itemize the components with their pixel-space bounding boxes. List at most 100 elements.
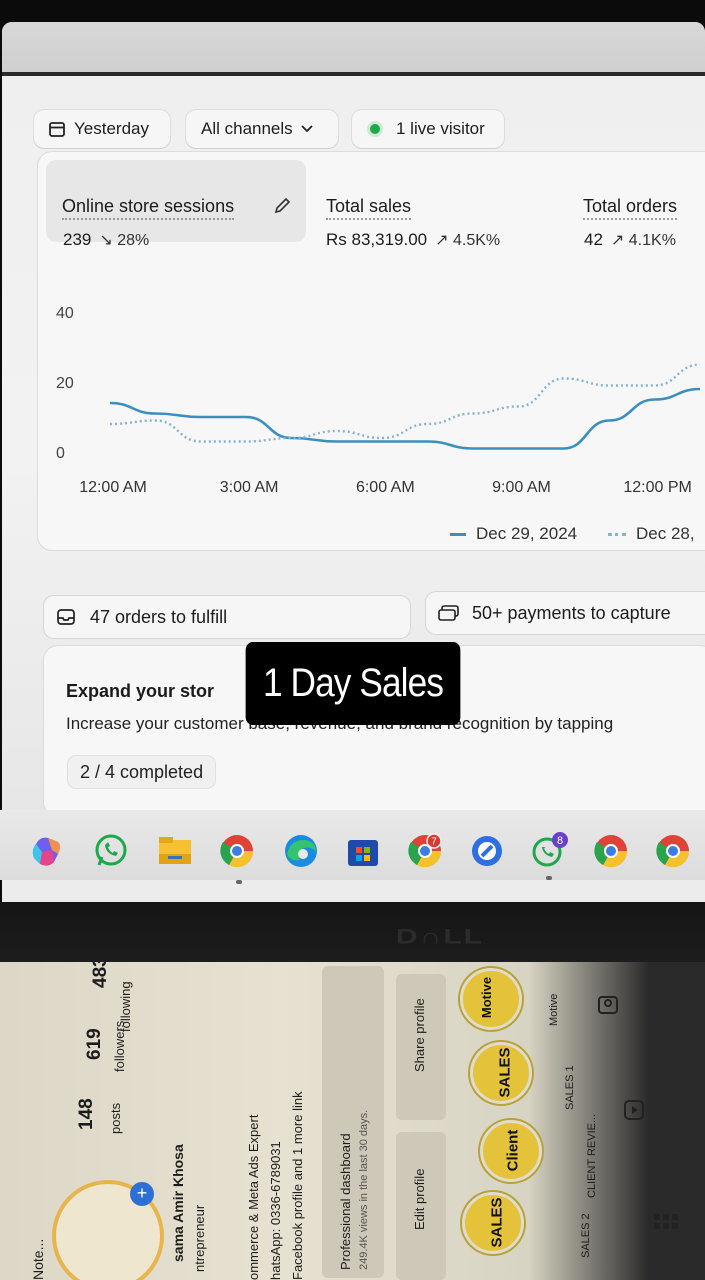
following-count[interactable]: 483	[90, 962, 112, 988]
copilot-icon[interactable]	[28, 832, 66, 870]
channel-filter-label: All channels	[201, 119, 293, 138]
sales-value: Rs 83,319.00	[326, 230, 428, 249]
live-dot-icon	[370, 124, 380, 134]
date-filter-label: Yesterday	[74, 119, 149, 138]
whatsapp-notifications-icon[interactable]: 8	[530, 832, 568, 870]
profile-link[interactable]: Facebook profile and 1 more link	[290, 1091, 305, 1280]
x-tick-label: 12:00 AM	[79, 479, 147, 496]
x-tick-label: 6:00 AM	[356, 479, 415, 496]
metric-label-sales[interactable]: Total sales	[326, 196, 412, 220]
highlight-sales-2-badge: SALES	[488, 1197, 506, 1248]
phone-instagram-profile: + Note... 148 posts 619 followers 483 fo…	[0, 962, 705, 1280]
cash-icon	[438, 604, 460, 622]
edge-icon[interactable]	[282, 832, 320, 870]
metric-value-orders: 42 ↗ 4.1K%	[584, 230, 676, 250]
grid-tab-icon[interactable]	[652, 1212, 680, 1245]
whatsapp-icon[interactable]	[92, 832, 130, 870]
orders-change-value: 4.1K%	[628, 232, 676, 249]
live-visitor-button[interactable]: 1 live visitor	[352, 110, 504, 148]
series-line-previous	[109, 363, 701, 443]
sales-change: ↗ 4.5K%	[435, 232, 500, 249]
sessions-change-value: 28%	[117, 232, 150, 249]
y-tick-label: 40	[56, 305, 74, 322]
highlight-client-title: CLIENT REVIE...	[586, 1113, 598, 1198]
tagged-tab-icon[interactable]	[596, 992, 620, 1021]
chrome-user-icon[interactable]	[654, 832, 692, 870]
laptop-brand-logo: D∩LL	[396, 925, 484, 949]
sales-change-value: 4.5K%	[453, 232, 501, 249]
highlight-sales-1-title: SALES 1	[564, 1065, 576, 1110]
edit-profile-label: Edit profile	[412, 1168, 427, 1230]
orders-value: 42	[584, 230, 603, 249]
edit-pencil-icon[interactable]	[272, 196, 292, 221]
y-tick-label: 20	[56, 375, 74, 392]
laptop-bezel	[0, 902, 705, 962]
orders-change: ↗ 4.1K%	[611, 232, 676, 249]
highlight-motive-title: Motive	[548, 993, 560, 1026]
reels-tab-icon[interactable]	[622, 1098, 646, 1127]
dashboard-subtitle: 249.4K views in the last 30 days.	[358, 1109, 370, 1270]
chrome-icon[interactable]: 7	[406, 832, 444, 870]
file-explorer-icon[interactable]	[156, 832, 194, 870]
highlight-sales-2-title: SALES 2	[580, 1213, 592, 1258]
photo-frame: Yesterday All channels 1 live visitor On…	[0, 0, 705, 1280]
highlight-sales-1-badge: SALES	[496, 1047, 514, 1098]
posts-count: 148	[76, 1098, 97, 1130]
note-label[interactable]: Note...	[30, 1239, 46, 1280]
running-indicator	[546, 876, 552, 880]
payments-to-capture-button[interactable]: 50+ payments to capture	[426, 592, 705, 634]
running-indicator	[236, 880, 242, 884]
chrome-user-icon[interactable]	[592, 832, 630, 870]
expand-store-title: Expand your stor	[66, 681, 215, 701]
add-story-icon[interactable]: +	[130, 1182, 154, 1206]
highlight-motive-badge: Motive	[479, 976, 495, 1019]
setup-progress-badge: 2 / 4 completed	[68, 756, 216, 788]
legend-current-label: Dec 29, 2024	[476, 524, 578, 543]
chrome-profile-icon[interactable]	[218, 832, 256, 870]
microsoft-store-icon[interactable]	[344, 832, 382, 870]
profile-whatsapp: hatsApp: 0336-6789031	[268, 1141, 283, 1280]
following-label[interactable]: following	[118, 981, 133, 1032]
browser-top-bar	[2, 22, 705, 72]
x-tick-label: 9:00 AM	[492, 479, 551, 496]
live-visitor-label: 1 live visitor	[396, 119, 485, 138]
browser-app-icon[interactable]	[468, 832, 506, 870]
payments-to-capture-label: 50+ payments to capture	[472, 602, 671, 623]
trend-up-icon: ↗	[610, 232, 625, 249]
sessions-value: 239	[63, 230, 92, 249]
followers-count[interactable]: 619	[84, 1028, 106, 1060]
channel-filter-button[interactable]: All channels	[186, 110, 338, 148]
metric-label-orders[interactable]: Total orders	[583, 196, 678, 220]
chevron-down-icon	[301, 125, 313, 133]
legend-current: Dec 29, 2024	[450, 524, 577, 544]
metric-label-sessions[interactable]: Online store sessions	[62, 196, 235, 220]
posts-label: posts	[108, 1102, 123, 1134]
x-tick-label: 12:00 PM	[623, 479, 691, 496]
x-tick-label: 3:00 AM	[220, 479, 279, 496]
story-text-overlay: 1 Day Sales	[245, 642, 461, 725]
professional-dashboard-button[interactable]	[322, 966, 384, 1278]
metric-value-sessions: 239 ↘ 28%	[63, 230, 149, 250]
share-profile-label: Share profile	[412, 998, 427, 1072]
profile-category: ntrepreneur	[192, 1204, 207, 1272]
trend-down-icon: ↘	[99, 232, 113, 249]
chrome-badge-count: 7	[431, 837, 437, 848]
legend-dotted-swatch	[608, 533, 626, 537]
legend-solid-swatch	[450, 533, 466, 537]
legend-previous-label: Dec 28,	[636, 524, 695, 543]
metric-value-sales: Rs 83,319.00 ↗ 4.5K%	[326, 230, 500, 250]
sessions-change: ↘ 28%	[99, 232, 149, 249]
sessions-line-chart: 40 20 0 12:00 AM 3:00 AM 6:00 AM 9:00 AM 12:00 …	[56, 305, 701, 496]
series-line-current	[109, 387, 701, 450]
whatsapp-badge-count: 8	[557, 835, 563, 847]
trend-up-icon: ↗	[435, 232, 449, 249]
profile-name: sama Amir Khosa	[170, 1144, 186, 1262]
calendar-icon	[48, 120, 66, 138]
legend-previous: Dec 28,	[608, 524, 695, 544]
date-filter-button[interactable]: Yesterday	[34, 110, 170, 148]
inbox-icon	[56, 607, 76, 627]
dashboard-title: Professional dashboard	[338, 1133, 353, 1270]
highlight-client-badge: Client	[504, 1129, 522, 1172]
y-tick-label: 0	[56, 445, 65, 462]
orders-to-fulfill-button[interactable]: 47 orders to fulfill	[44, 596, 410, 638]
